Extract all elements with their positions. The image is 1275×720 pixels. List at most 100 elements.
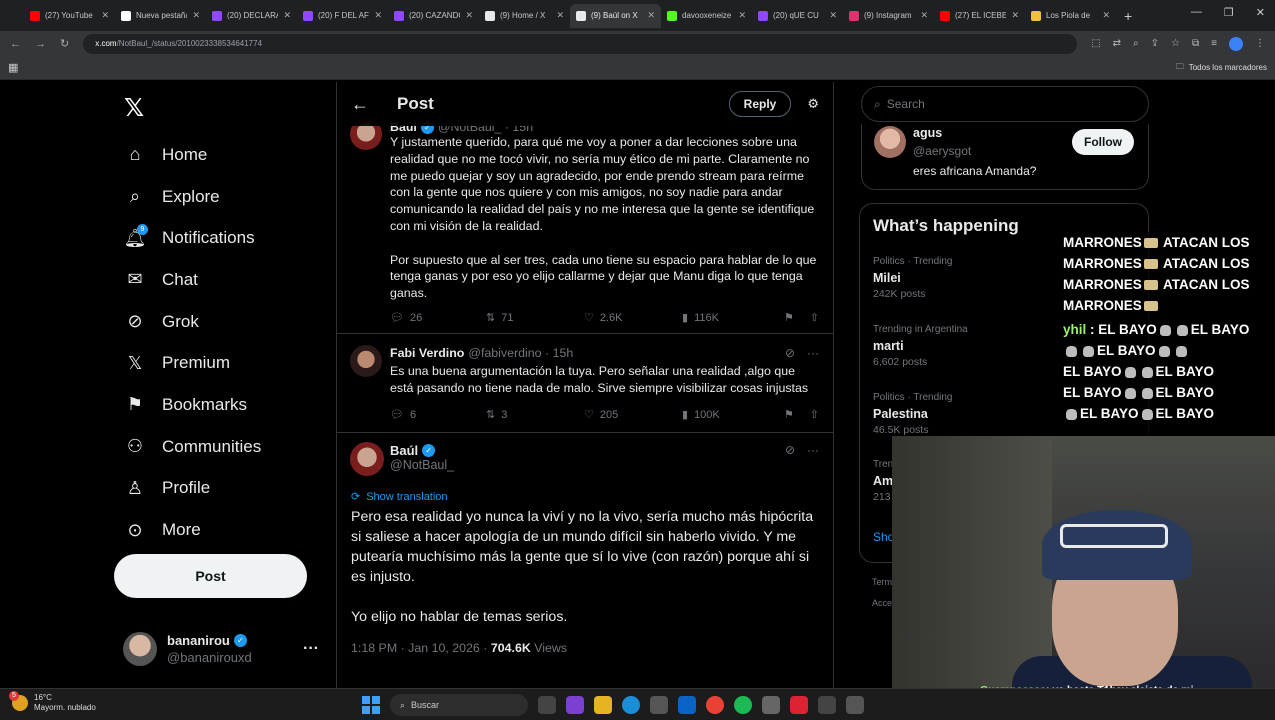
browser-tab[interactable]: (20) DECLARACIONES ✕ [206,4,297,28]
apps-grid-icon[interactable]: ▦ [8,61,18,74]
trend-item[interactable]: Tren Am 213 [873,459,893,503]
footer-accessibility-link[interactable]: Acce [872,598,892,608]
tweet-avatar[interactable] [350,442,384,476]
tab-close-icon[interactable]: ✕ [283,10,291,21]
grok-icon[interactable]: ⊘ [785,443,795,457]
all-bookmarks-button[interactable]: 🗀 Todos los marcadores [1176,61,1267,75]
account-more-icon[interactable]: ··· [303,640,319,658]
more-icon[interactable]: ··· [807,443,819,457]
footer-terms-link[interactable]: Term [872,577,892,587]
nav-item-explore[interactable]: ⌕ Explore [124,176,261,218]
reload-icon[interactable]: ↻ [60,37,69,50]
repost-action[interactable]: ⇅ 3 [486,408,584,422]
browser-tab[interactable]: Los Piola de ✕ [1025,4,1116,28]
search-input[interactable]: ⌕ Search [861,86,1149,122]
taskbar-search[interactable]: ⌕ Buscar [390,694,528,716]
tweet-timestamp[interactable]: 1:18 PM · Jan 10, 2026 · [351,641,491,655]
browser-tab[interactable]: Nueva pestaña ✕ [115,4,206,28]
browser-tab[interactable]: (20) F DEL AFT ✕ [297,4,388,28]
grok-icon[interactable]: ⊘ [785,346,795,360]
browser-tab[interactable]: (27) YouTube ✕ [24,4,115,28]
x-logo-icon[interactable]: 𝕏 [124,93,144,123]
nav-item-more[interactable]: ⊙ More [124,509,261,551]
browser-tab[interactable]: (20) qUE CU ✕ [752,4,843,28]
like-action[interactable]: ♡ 205 [584,408,682,422]
weather-widget[interactable]: 5 16°C Mayorm. nublado [9,691,96,713]
app-icon[interactable] [818,696,836,714]
repost-action[interactable]: ⇅ 71 [486,311,584,325]
browser-tab[interactable]: (9) Baúl on X ✕ [570,3,661,28]
tab-close-icon[interactable]: ✕ [920,10,928,21]
share-icon[interactable]: ⇪ [1151,38,1159,49]
windows-start-icon[interactable] [362,696,380,714]
views-action[interactable]: ▮ 116K [682,311,780,325]
edge-icon[interactable] [622,696,640,714]
reply-button[interactable]: Reply [728,91,792,117]
file-explorer-icon[interactable] [594,696,612,714]
browser-tab[interactable]: davooxeneize ✕ [661,4,752,28]
bookmark-icon[interactable]: ⚑ [784,311,794,324]
tab-close-icon[interactable]: ✕ [829,10,837,21]
translate-icon[interactable]: ⇄ [1113,38,1121,49]
kebab-menu-icon[interactable]: ⋮ [1255,38,1265,49]
back-nav-icon[interactable]: ← [10,38,21,50]
close-window-icon[interactable]: ✕ [1256,6,1265,19]
nav-item-chat[interactable]: ✉ Chat [124,259,261,301]
url-field[interactable]: x.com/NotBaul_/status/201002333853464177… [83,33,1078,54]
search-suggestion[interactable]: agus @aerysgot eres africana Amanda? Fol… [861,124,1149,190]
app-icon[interactable] [846,696,864,714]
tab-close-icon[interactable]: ✕ [192,10,200,21]
bookmark-icon[interactable]: ⚑ [784,408,794,421]
back-arrow-icon[interactable]: ← [351,94,369,115]
nav-item-profile[interactable]: ♙ Profile [124,468,261,510]
nav-item-bookmarks[interactable]: ⚑ Bookmarks [124,384,261,426]
browser-tab[interactable]: (20) CAZANDO ✕ [388,4,479,28]
minimize-icon[interactable]: — [1191,6,1202,19]
bookmark-star-icon[interactable]: ☆ [1171,38,1180,49]
post-button[interactable]: Post [114,554,307,598]
tab-close-icon[interactable]: ✕ [556,10,564,21]
nav-item-notifications[interactable]: 🔔︎ 9 Notifications [124,217,261,259]
spotify-icon[interactable] [734,696,752,714]
show-translation-link[interactable]: ⟳ Show translation [351,490,448,504]
browser-tab[interactable]: (9) Home / X ✕ [479,4,570,28]
account-switcher[interactable]: bananirou ✓ @bananirouxd ··· [123,632,319,666]
tweet-author-handle[interactable]: @fabiverdino · 15h [468,346,573,360]
tab-close-icon[interactable]: ✕ [374,10,382,21]
browser-tab[interactable]: (27) EL ICEBERG ✕ [934,4,1025,28]
share-icon[interactable]: ⇧ [810,408,819,421]
extensions-icon[interactable]: ⧉ [1192,38,1199,49]
outlook-icon[interactable] [678,696,696,714]
forward-nav-icon[interactable]: → [35,38,46,50]
new-tab-button[interactable]: + [1124,8,1132,24]
tweet-author-name[interactable]: Fabi Verdino [390,346,464,360]
more-icon[interactable]: ··· [807,346,819,360]
obs-icon[interactable] [762,696,780,714]
tab-close-icon[interactable]: ✕ [738,10,746,21]
like-action[interactable]: ♡ 2.6K [584,311,682,325]
tweet-avatar[interactable] [350,345,382,377]
nav-item-grok[interactable]: ⊘ Grok [124,301,261,343]
share-icon[interactable]: ⇧ [810,311,819,324]
chrome-icon[interactable] [706,696,724,714]
tab-close-icon[interactable]: ✕ [101,10,109,21]
app-icon[interactable] [566,696,584,714]
nav-item-premium[interactable]: 𝕏 Premium [124,342,261,384]
app-icon[interactable] [790,696,808,714]
tab-close-icon[interactable]: ✕ [465,10,473,21]
profile-avatar-icon[interactable] [1229,36,1243,51]
store-icon[interactable] [650,696,668,714]
install-icon[interactable]: ⬚ [1091,38,1100,49]
filter-settings-icon[interactable]: ⚙ [807,96,819,112]
follow-button[interactable]: Follow [1072,129,1134,155]
nav-item-home[interactable]: ⌂ Home [124,134,261,176]
media-icon[interactable]: ≡ [1211,38,1217,49]
trend-item[interactable]: Trending in Argentina marti 6,602 posts [873,324,968,368]
trend-item[interactable]: Politics · Trending Palestina 46.5K posts [873,392,952,436]
tweet-author-handle[interactable]: @NotBaul_ [390,458,454,472]
maximize-icon[interactable]: ❐ [1224,6,1234,19]
tab-close-icon[interactable]: ✕ [1011,10,1019,21]
zoom-icon[interactable]: ⌕ [1133,38,1139,49]
views-action[interactable]: ▮ 100K [682,408,780,422]
nav-item-communities[interactable]: ⚇ Communities [124,426,261,468]
